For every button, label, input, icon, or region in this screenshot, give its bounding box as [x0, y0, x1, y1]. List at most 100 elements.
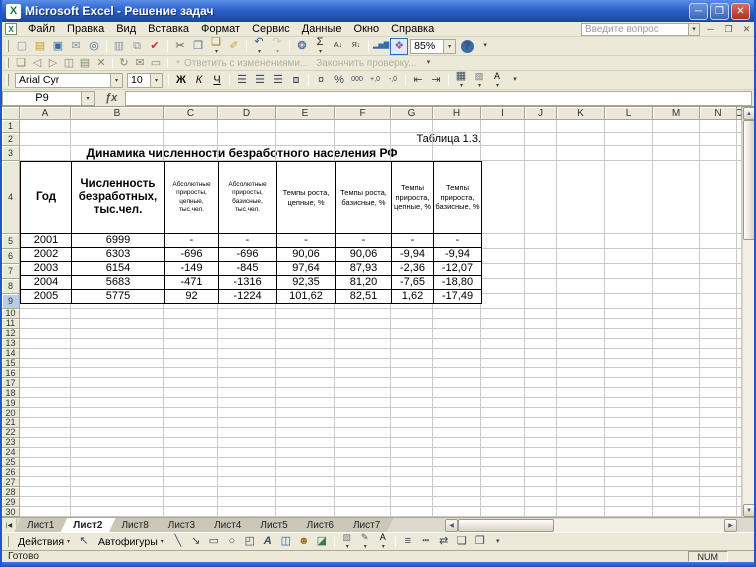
show-all-comments-button[interactable]: ▤: [77, 57, 93, 70]
row-header-19[interactable]: 19: [2, 398, 20, 408]
line-button[interactable]: ╲: [169, 533, 187, 550]
cell-F9[interactable]: 82,51: [336, 290, 392, 304]
reply-with-changes-button[interactable]: ▼Ответить с изменениями...: [171, 57, 312, 70]
toolbar-options-button[interactable]: ▾: [421, 57, 437, 70]
row-header-12[interactable]: 12: [2, 329, 20, 339]
currency-style-button[interactable]: ¤: [312, 72, 330, 89]
show-reviewing-pane-button[interactable]: ▭: [148, 57, 164, 70]
cell-C6[interactable]: -696: [165, 248, 219, 262]
insert-hyperlink-button[interactable]: ❂: [293, 38, 311, 55]
menu-item-insert[interactable]: Вставка: [142, 23, 195, 35]
menu-item-file[interactable]: Файл: [22, 23, 61, 35]
row-header-26[interactable]: 26: [2, 467, 20, 477]
menu-item-window[interactable]: Окно: [348, 23, 386, 35]
sort-ascending-button[interactable]: А↓: [329, 38, 347, 55]
cut-button[interactable]: ✂: [171, 38, 189, 55]
cell-E6[interactable]: 90,06: [277, 248, 336, 262]
scroll-up-icon[interactable]: ▲: [743, 107, 754, 120]
cell-E9[interactable]: 101,62: [277, 290, 336, 304]
menu-item-tools[interactable]: Сервис: [246, 23, 296, 35]
arrow-button[interactable]: ↘: [187, 533, 205, 550]
bold-button[interactable]: Ж: [172, 72, 190, 89]
sheet-tab-8[interactable]: Лист7: [340, 518, 393, 532]
row-header-7[interactable]: 7: [2, 264, 20, 279]
cell-F4[interactable]: Темпы роста, базисные, %: [336, 162, 392, 234]
merge-and-center-button[interactable]: ⧈: [287, 72, 305, 89]
select-all-corner[interactable]: [2, 107, 20, 120]
borders-button[interactable]: ▦▾: [452, 72, 470, 89]
cell-H4[interactable]: Темпы прироста, базисные, %: [434, 162, 482, 234]
column-header-L[interactable]: L: [605, 107, 653, 120]
sheet-tab-1[interactable]: Лист1: [14, 518, 67, 532]
menu-item-edit[interactable]: Правка: [61, 23, 110, 35]
sheet-tab-6[interactable]: Лист5: [247, 518, 300, 532]
row-header-14[interactable]: 14: [2, 349, 20, 359]
toolbar-grip[interactable]: [6, 74, 9, 87]
row-header-11[interactable]: 11: [2, 319, 20, 329]
column-header-O[interactable]: O: [737, 107, 742, 120]
cell-D6[interactable]: -696: [219, 248, 277, 262]
cell-H5[interactable]: -: [434, 234, 482, 248]
draw-menu-button[interactable]: Действия▾: [13, 533, 75, 550]
toolbar-grip[interactable]: [6, 40, 9, 53]
cell-G9[interactable]: 1,62: [392, 290, 434, 304]
restore-button[interactable]: ❐: [710, 3, 729, 20]
cell-E4[interactable]: Темпы роста, цепные, %: [277, 162, 336, 234]
chart-wizard-button[interactable]: ▂▅▇: [372, 38, 390, 55]
row-header-29[interactable]: 29: [2, 497, 20, 507]
dash-style-button[interactable]: ┅: [417, 533, 435, 550]
textbox-button[interactable]: ◰: [241, 533, 259, 550]
font-size-combobox[interactable]: 10▾: [127, 73, 163, 88]
scroll-right-icon[interactable]: ▶: [724, 519, 737, 532]
first-sheet-button[interactable]: |◀: [2, 518, 17, 532]
column-header-H[interactable]: H: [433, 107, 481, 120]
help-button[interactable]: ?: [458, 38, 476, 55]
print-button[interactable]: ▥: [110, 38, 128, 55]
cell-D8[interactable]: -1316: [219, 276, 277, 290]
scroll-down-icon[interactable]: ▼: [743, 504, 754, 517]
font-color-button[interactable]: А▾: [488, 72, 506, 89]
align-left-button[interactable]: ☰: [233, 72, 251, 89]
align-right-button[interactable]: ☰: [269, 72, 287, 89]
cell-E8[interactable]: 92,35: [277, 276, 336, 290]
cell-G5[interactable]: -: [392, 234, 434, 248]
increase-decimal-button[interactable]: +,0: [366, 72, 384, 89]
delete-comment-button[interactable]: ✕: [93, 57, 109, 70]
format-painter-button[interactable]: ✐: [225, 38, 243, 55]
toolbar-grip[interactable]: [6, 536, 9, 548]
horizontal-scrollbar[interactable]: ◀ ▶: [445, 519, 737, 532]
zoom-dropdown-icon[interactable]: ▾: [443, 40, 455, 53]
cell-B5[interactable]: 6999: [72, 234, 165, 248]
cell-C8[interactable]: -471: [165, 276, 219, 290]
row-header-30[interactable]: 30: [2, 507, 20, 517]
fill-color-dropdown-icon[interactable]: ▾: [478, 82, 481, 89]
select-objects-button[interactable]: ↖: [75, 533, 93, 550]
row-header-3[interactable]: 3: [2, 146, 20, 161]
search-button[interactable]: ◎: [85, 38, 103, 55]
cell-G6[interactable]: -9,94: [392, 248, 434, 262]
cell-A9[interactable]: 2005: [21, 290, 72, 304]
close-button[interactable]: ✕: [731, 3, 750, 20]
cell-H8[interactable]: -18,80: [434, 276, 482, 290]
row-header-22[interactable]: 22: [2, 428, 20, 438]
sort-descending-button[interactable]: Я↓: [347, 38, 365, 55]
next-comment-button[interactable]: ▷: [45, 57, 61, 70]
horizontal-scroll-track[interactable]: [554, 519, 724, 532]
oval-button[interactable]: ○: [223, 533, 241, 550]
clipart-button[interactable]: ☻: [295, 533, 313, 550]
row-header-23[interactable]: 23: [2, 438, 20, 448]
cell-C9[interactable]: 92: [165, 290, 219, 304]
italic-button[interactable]: К: [190, 72, 208, 89]
autosum-dropdown-icon[interactable]: ▾: [319, 48, 322, 55]
cell-F7[interactable]: 87,93: [336, 262, 392, 276]
cell-B6[interactable]: 6303: [72, 248, 165, 262]
row-header-5[interactable]: 5: [2, 234, 20, 249]
rectangle-button[interactable]: ▭: [205, 533, 223, 550]
column-header-M[interactable]: M: [653, 107, 700, 120]
toolbar-options-button[interactable]: ▾: [476, 38, 494, 55]
row-header-9[interactable]: 9: [2, 294, 20, 309]
row-header-16[interactable]: 16: [2, 368, 20, 378]
row-header-8[interactable]: 8: [2, 279, 20, 294]
formula-input[interactable]: [125, 91, 752, 106]
cell-F8[interactable]: 81,20: [336, 276, 392, 290]
